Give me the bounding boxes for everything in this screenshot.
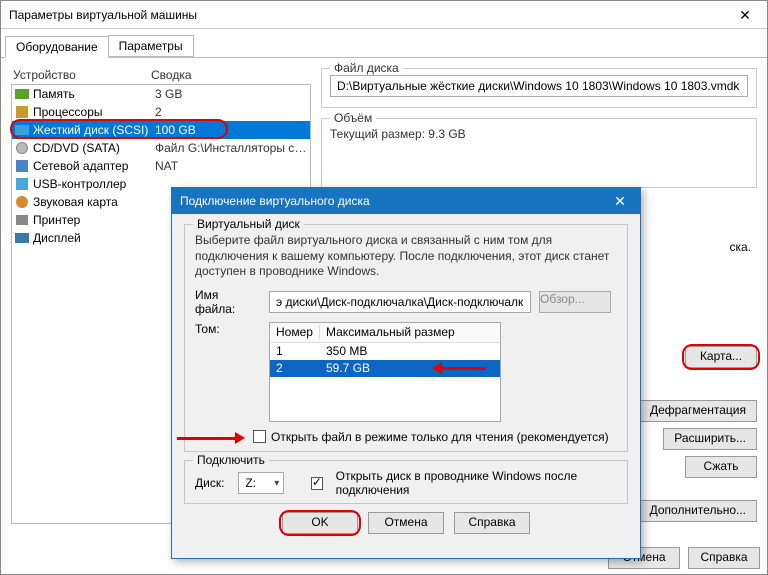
device-summary: 3 GB bbox=[155, 87, 308, 101]
disk-file-label: Файл диска bbox=[330, 61, 403, 75]
disk-actions: Карта... Дефрагментация Расширить... Сжа… bbox=[639, 346, 757, 522]
map-disk-dialog: Подключение виртуального диска ✕ Виртуал… bbox=[171, 187, 641, 559]
truncated-text: ска. bbox=[729, 240, 751, 254]
disk-file-group: Файл диска bbox=[321, 68, 757, 108]
vol-size: 59.7 GB bbox=[320, 361, 500, 375]
hdd-icon bbox=[14, 123, 30, 137]
tab-bar: Оборудование Параметры bbox=[1, 31, 767, 58]
sound-icon bbox=[14, 195, 30, 209]
col-summary: Сводка bbox=[151, 68, 311, 82]
device-summary: Файл G:\Инсталляторы соф... bbox=[155, 141, 308, 155]
virtual-disk-group: Виртуальный диск Выберите файл виртуальн… bbox=[184, 224, 628, 452]
window-title: Параметры виртуальной машины bbox=[9, 8, 197, 22]
group-connect-label: Подключить bbox=[193, 453, 269, 467]
volume-label: Том: bbox=[195, 322, 261, 336]
volume-table[interactable]: Номер Максимальный размер 1 350 MB 2 59.… bbox=[269, 322, 501, 422]
readonly-checkbox[interactable] bbox=[253, 430, 266, 443]
volume-row: Том: Номер Максимальный размер 1 350 MB … bbox=[195, 322, 617, 422]
hardware-header: Устройство Сводка bbox=[11, 68, 311, 82]
device-label: USB-контроллер bbox=[33, 177, 155, 191]
hw-row-cddvd[interactable]: CD/DVD (SATA) Файл G:\Инсталляторы соф..… bbox=[12, 139, 310, 157]
drive-label: Диск: bbox=[195, 476, 230, 490]
dialog-title: Подключение виртуального диска bbox=[180, 194, 370, 208]
defrag-button[interactable]: Дефрагментация bbox=[639, 400, 757, 422]
filename-label: Имя файла: bbox=[195, 288, 261, 316]
col-maxsize: Максимальный размер bbox=[320, 325, 500, 339]
drive-select[interactable]: Z: bbox=[238, 472, 284, 494]
browse-button[interactable]: Обзор... bbox=[539, 291, 611, 313]
volume-row-1[interactable]: 1 350 MB bbox=[270, 343, 500, 360]
volume-row-2[interactable]: 2 59.7 GB bbox=[270, 360, 500, 377]
printer-icon bbox=[14, 213, 30, 227]
readonly-row: Открыть файл в режиме только для чтения … bbox=[195, 430, 617, 444]
device-label: Сетевой адаптер bbox=[33, 159, 155, 173]
dialog-help-button[interactable]: Справка bbox=[454, 512, 530, 534]
usb-icon bbox=[14, 177, 30, 191]
device-label: Память bbox=[33, 87, 155, 101]
device-summary: 100 GB bbox=[155, 123, 308, 137]
dialog-ok-button[interactable]: OK bbox=[282, 512, 358, 534]
open-explorer-label: Открыть диск в проводнике Windows после … bbox=[336, 469, 617, 497]
hw-row-memory[interactable]: Память 3 GB bbox=[12, 85, 310, 103]
device-label: Дисплей bbox=[33, 231, 155, 245]
expand-button[interactable]: Расширить... bbox=[663, 428, 757, 450]
display-icon bbox=[14, 231, 30, 245]
tab-hardware[interactable]: Оборудование bbox=[5, 36, 109, 58]
device-summary: NAT bbox=[155, 159, 308, 173]
hw-row-cpu[interactable]: Процессоры 2 bbox=[12, 103, 310, 121]
open-explorer-checkbox[interactable] bbox=[311, 477, 323, 490]
device-label: Принтер bbox=[33, 213, 155, 227]
memory-icon bbox=[14, 87, 30, 101]
connect-group: Подключить Диск: Z: Открыть диск в прово… bbox=[184, 460, 628, 504]
window-close-button[interactable]: ✕ bbox=[723, 1, 767, 29]
col-number: Номер bbox=[270, 325, 320, 339]
vol-size: 350 MB bbox=[320, 344, 500, 358]
cd-icon bbox=[14, 141, 30, 155]
dialog-body: Виртуальный диск Выберите файл виртуальн… bbox=[172, 214, 640, 544]
annotation-arrow-icon bbox=[177, 434, 251, 442]
device-label: Жесткий диск (SCSI) bbox=[33, 123, 155, 137]
disk-file-path-input[interactable] bbox=[330, 75, 748, 97]
current-size-text: Текущий размер: 9.3 GB bbox=[330, 127, 748, 141]
readonly-label: Открыть файл в режиме только для чтения … bbox=[271, 430, 609, 444]
hw-row-net[interactable]: Сетевой адаптер NAT bbox=[12, 157, 310, 175]
hw-row-hdd[interactable]: Жесткий диск (SCSI) 100 GB bbox=[12, 121, 310, 139]
dialog-titlebar[interactable]: Подключение виртуального диска ✕ bbox=[172, 188, 640, 214]
filename-input[interactable] bbox=[269, 291, 531, 313]
window-titlebar: Параметры виртуальной машины ✕ bbox=[1, 1, 767, 29]
drive-value: Z: bbox=[245, 476, 256, 490]
device-label: CD/DVD (SATA) bbox=[33, 141, 155, 155]
device-summary: 2 bbox=[155, 105, 308, 119]
col-device: Устройство bbox=[11, 68, 151, 82]
compact-button[interactable]: Сжать bbox=[685, 456, 757, 478]
main-help-button[interactable]: Справка bbox=[688, 547, 760, 569]
volume-table-head: Номер Максимальный размер bbox=[270, 323, 500, 343]
device-label: Звуковая карта bbox=[33, 195, 155, 209]
dialog-footer: OK Отмена Справка bbox=[184, 512, 628, 534]
tab-options[interactable]: Параметры bbox=[108, 35, 194, 57]
cpu-icon bbox=[14, 105, 30, 119]
volume-group-label: Объём bbox=[330, 111, 376, 125]
drive-row: Диск: Z: Открыть диск в проводнике Windo… bbox=[195, 469, 617, 497]
group-vd-label: Виртуальный диск bbox=[193, 217, 304, 231]
network-icon bbox=[14, 159, 30, 173]
advanced-button[interactable]: Дополнительно... bbox=[639, 500, 757, 522]
vol-num: 2 bbox=[270, 361, 320, 375]
dialog-cancel-button[interactable]: Отмена bbox=[368, 512, 444, 534]
dialog-desc: Выберите файл виртуального диска и связа… bbox=[195, 233, 617, 280]
dialog-close-button[interactable]: ✕ bbox=[600, 188, 640, 214]
vol-num: 1 bbox=[270, 344, 320, 358]
filename-row: Имя файла: Обзор... bbox=[195, 288, 617, 316]
device-label: Процессоры bbox=[33, 105, 155, 119]
map-button[interactable]: Карта... bbox=[685, 346, 757, 368]
volume-group: Объём Текущий размер: 9.3 GB bbox=[321, 118, 757, 188]
